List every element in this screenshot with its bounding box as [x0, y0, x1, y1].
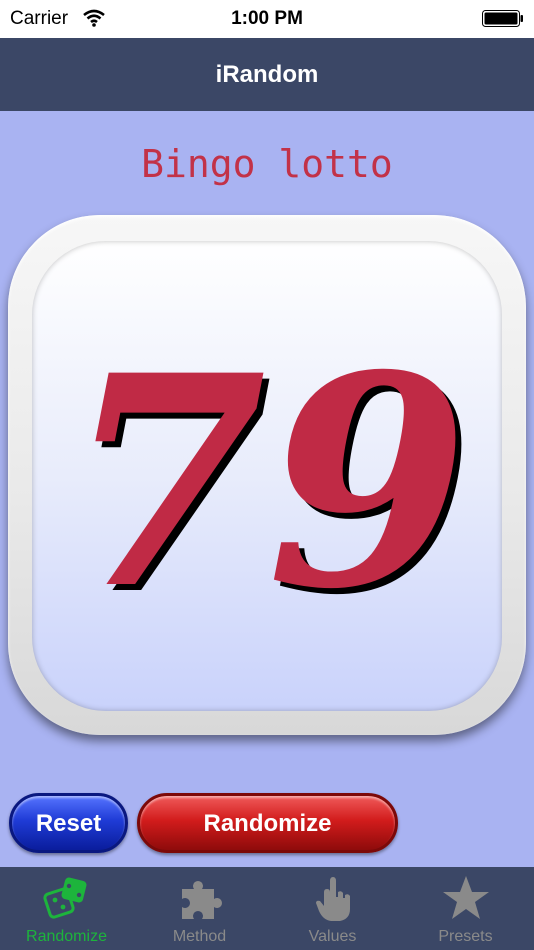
navigation-bar: iRandom: [0, 38, 534, 111]
result-number: 79: [65, 313, 469, 653]
dice-icon: [43, 877, 87, 919]
tab-randomize[interactable]: Randomize: [0, 867, 133, 950]
method-title: Bingo lotto: [141, 142, 393, 186]
result-card-face: 79 79: [32, 241, 502, 711]
puzzle-icon: [182, 881, 222, 919]
result-card: 79 79: [8, 215, 526, 735]
battery-icon: [482, 10, 523, 27]
tab-presets[interactable]: Presets: [399, 867, 532, 950]
app-title: iRandom: [215, 61, 319, 88]
tab-label: Presets: [438, 928, 493, 945]
tab-method[interactable]: Method: [133, 867, 266, 950]
tab-label: Method: [172, 928, 227, 945]
tab-values[interactable]: Values: [266, 867, 399, 950]
tab-bar: Randomize Method Values Presets: [0, 867, 534, 950]
reset-button[interactable]: Reset: [9, 793, 128, 853]
randomize-button[interactable]: Randomize: [137, 793, 398, 853]
status-bar: Carrier 1:00 PM: [0, 0, 534, 38]
result-display: 79 79: [65, 313, 475, 659]
hand-pointer-icon: [316, 877, 350, 921]
status-time: 1:00 PM: [231, 8, 303, 29]
star-icon: [443, 876, 489, 919]
tab-label: Randomize: [26, 928, 107, 945]
tab-label: Values: [308, 928, 357, 945]
